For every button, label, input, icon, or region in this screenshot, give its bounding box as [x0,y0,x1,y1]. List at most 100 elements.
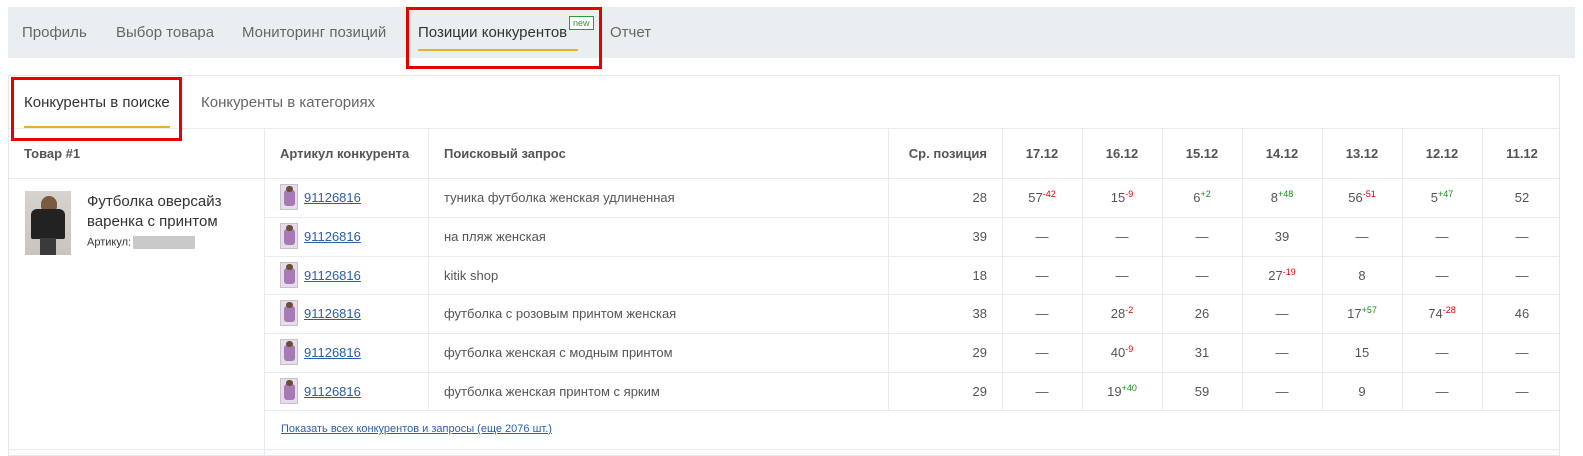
divider [264,410,1559,411]
position-cell: 39 [1242,229,1322,244]
competitor-thumbnail[interactable] [280,222,298,249]
thumbnail-figure [284,189,295,206]
active-tab-underline [418,49,578,51]
position-cell: — [1242,345,1322,360]
position-cell: 59 [1162,384,1242,399]
tab-competitors-in-search[interactable]: Конкуренты в поиске [24,76,170,128]
tab-report[interactable]: Отчет [610,7,651,58]
position-cell: — [1002,229,1082,244]
competitor-article-link[interactable]: 91126816 [304,384,361,399]
product-article: Артикул: [87,236,196,249]
position-value: 27 [1268,267,1283,283]
position-value: 15 [1110,189,1126,205]
header-date[interactable]: 11.12 [1482,129,1562,178]
position-cell: 8 [1322,268,1402,283]
position-value: — [1035,344,1049,360]
thumbnail-figure [284,267,295,284]
redacted-article [133,236,196,249]
position-delta: -28 [1442,304,1456,315]
header-date[interactable]: 16.12 [1082,129,1162,178]
position-value: — [1515,383,1529,399]
position-cell: — [1402,345,1482,360]
position-value: 52 [1514,189,1530,205]
product-image[interactable] [25,191,71,255]
competitor-thumbnail[interactable] [280,183,298,210]
avg-position: 18 [972,267,987,283]
tab-competitors-in-categories[interactable]: Конкуренты в категориях [201,76,375,128]
competitor-thumbnail[interactable] [280,299,298,326]
tab-position-monitoring[interactable]: Мониторинг позиций [242,7,386,58]
search-query: футболка женская принтом с ярким [444,383,660,399]
position-value: 17 [1347,305,1362,321]
position-value: 5 [1430,189,1438,205]
divider [264,333,1559,334]
header-date[interactable]: 14.12 [1242,129,1322,178]
position-cell: — [1322,229,1402,244]
header-date[interactable]: 12.12 [1402,129,1482,178]
tab-product-selection[interactable]: Выбор товара [116,7,214,58]
tab-profile[interactable]: Профиль [22,7,87,58]
thumbnail-head [286,301,293,308]
position-delta: -9 [1125,188,1134,199]
position-cell: — [1082,268,1162,283]
position-value: 8 [1358,267,1366,283]
position-cell: 27-19 [1242,267,1322,283]
position-cell: — [1242,306,1322,321]
position-value: 28 [1110,305,1126,321]
position-cell: 15-9 [1082,188,1162,205]
header-date[interactable]: 17.12 [1002,129,1082,178]
product-image-legs [40,238,56,255]
thumbnail-figure [284,228,295,245]
position-cell: 56-51 [1322,189,1402,205]
divider [264,256,1559,257]
position-value: — [1355,228,1369,244]
avg-position: 29 [972,383,987,399]
competitor-article-link[interactable]: 91126816 [304,229,361,244]
position-value: — [1435,344,1449,360]
position-delta: -42 [1042,188,1056,199]
divider [264,128,265,456]
header-search-query[interactable]: Поисковый запрос [444,129,566,178]
position-value: — [1515,344,1529,360]
product-article-label: Артикул: [87,236,132,249]
position-delta: +47 [1437,188,1454,199]
header-product: Товар #1 [24,146,81,161]
position-delta: -2 [1125,304,1134,315]
position-cell: — [1482,345,1562,360]
position-value: — [1435,267,1449,283]
position-cell: 46 [1482,306,1562,321]
competitor-article-link[interactable]: 91126816 [304,306,361,321]
header-date[interactable]: 15.12 [1162,129,1242,178]
thumbnail-figure [284,305,295,322]
header-competitor-article[interactable]: Артикул конкурента [280,129,409,178]
position-value: — [1515,267,1529,283]
position-value: 74 [1428,305,1443,321]
position-value: — [1035,267,1049,283]
header-date[interactable]: 13.12 [1322,129,1402,178]
position-value: 46 [1514,305,1530,321]
tab-competitors-in-search-label: Конкуренты в поиске [24,94,170,111]
position-value: 59 [1194,383,1210,399]
position-cell: — [1162,229,1242,244]
competitor-thumbnail[interactable] [280,338,298,365]
competitors-card: Конкуренты в поиске Конкуренты в категор… [8,75,1560,456]
position-value: 39 [1274,228,1290,244]
competitor-thumbnail[interactable] [280,377,298,404]
position-value: — [1435,228,1449,244]
position-cell: — [1002,384,1082,399]
tab-competitor-positions[interactable]: Позиции конкурентов new [408,7,600,58]
position-value: 9 [1358,383,1366,399]
competitor-article-link[interactable]: 91126816 [304,345,361,360]
competitor-thumbnail[interactable] [280,261,298,288]
header-avg-position[interactable]: Ср. позиция [889,129,987,178]
divider [9,449,1559,450]
competitor-article-link[interactable]: 91126816 [304,268,361,283]
position-value: — [1195,267,1209,283]
position-value: 57 [1028,189,1043,205]
position-value: 8 [1270,189,1278,205]
position-cell: 31 [1162,345,1242,360]
show-all-competitors-link[interactable]: Показать всех конкурентов и запросы (еще… [281,423,552,435]
divider [264,217,1559,218]
competitor-article-link[interactable]: 91126816 [304,190,361,205]
product-name: Футболка оверсайз варенка с принтом [87,193,222,230]
